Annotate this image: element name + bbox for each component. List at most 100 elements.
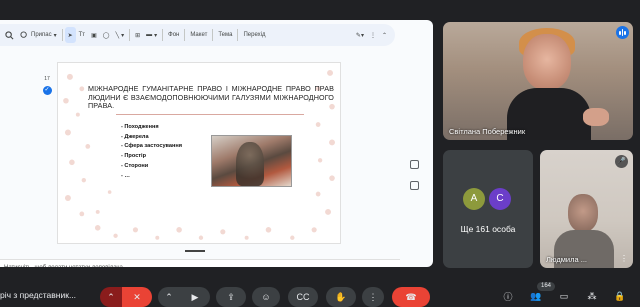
chat-icon: ▭	[559, 290, 569, 301]
mic-off-icon: ✕	[133, 291, 141, 302]
slide-filmstrip-rail: 17 ✓	[40, 76, 54, 95]
more-vert-icon[interactable]: ⋮	[619, 254, 629, 264]
slide-number: 17	[44, 76, 50, 82]
notes-icon[interactable]	[410, 160, 419, 169]
cursor-icon: ➤	[67, 32, 73, 39]
layout-button[interactable]: Макет	[187, 27, 210, 43]
transition-label: Перехід	[243, 32, 266, 38]
more-vert-icon: ⋮	[368, 291, 378, 302]
bullet-item: - Сторони	[121, 162, 149, 169]
comment-plus-icon: ⊞	[135, 32, 141, 39]
activities-icon: ⁂	[587, 290, 597, 301]
mic-options-button[interactable]: ⌃	[100, 287, 122, 307]
toolbar-divider	[184, 29, 186, 41]
present-icon[interactable]	[410, 181, 419, 190]
captions-button[interactable]: CC	[288, 287, 318, 307]
chevron-down-icon: ▾	[53, 32, 57, 39]
leave-call-button[interactable]: ☎	[392, 287, 430, 307]
background-color-button[interactable]: ▬ ▾	[143, 27, 160, 43]
check-icon[interactable]: ✓	[42, 86, 52, 95]
background-button[interactable]: Фон	[165, 27, 182, 43]
side-panel-rail	[410, 160, 419, 190]
slide-photo	[211, 135, 292, 187]
people-icon: 👥	[530, 290, 542, 301]
participant-name: Світлана Побережник	[449, 127, 526, 136]
fill-icon: ▬	[146, 32, 153, 38]
present-screen-button[interactable]: ⇪	[216, 287, 246, 307]
emoji-icon: ☺	[261, 292, 271, 302]
camera-icon: ▶	[191, 291, 199, 302]
hang-up-icon: ☎	[405, 291, 417, 302]
meeting-info-button[interactable]: ⓘ	[500, 288, 516, 304]
bullet-item: - Простір	[121, 153, 147, 160]
lock-button[interactable]: 🔒	[612, 288, 628, 304]
slides-toolbar: Припас ▾ ➤ Тт ▣ ◯ ╲ ▾ ⊞ ▬ ▾ Фон Макет Тема…	[0, 24, 395, 46]
meeting-title: річ з представник...	[0, 290, 77, 300]
chat-button[interactable]: ▭	[556, 288, 572, 304]
activities-button[interactable]: ⁂	[584, 288, 600, 304]
layout-label: Макет	[190, 32, 208, 38]
textbox-tool-button[interactable]: Тт	[76, 27, 88, 43]
more-options-button[interactable]: ⋮	[362, 287, 384, 307]
participant-tile-group[interactable]: A C Ще 161 особа	[443, 150, 533, 268]
add-comment-button[interactable]: ⊞	[132, 27, 143, 43]
participant-name: Людмила ...	[546, 255, 587, 264]
insert-label: Припас	[31, 32, 52, 38]
mic-off-icon: 🎤	[615, 155, 628, 168]
avatar: C	[489, 188, 511, 210]
image-tool-button[interactable]: ▣	[88, 27, 100, 43]
participant-tile-main[interactable]: Світлана Побережник	[443, 22, 633, 140]
speaking-indicator-icon	[616, 26, 629, 39]
toolbar-divider	[61, 29, 63, 41]
search-icon	[5, 30, 14, 39]
info-icon: ⓘ	[503, 291, 513, 302]
participant-hand	[583, 108, 609, 126]
camera-options-button[interactable]: ⌃	[158, 287, 180, 307]
toolbar-divider	[212, 29, 214, 41]
avatar: A	[463, 188, 485, 210]
raise-hand-button[interactable]: ✋	[326, 287, 356, 307]
participant-tile-cam[interactable]: 🎤 Людмила ... ⋮	[540, 150, 633, 268]
camera-toggle-button[interactable]: ▶	[180, 287, 210, 307]
select-tool-button[interactable]: ➤	[64, 27, 76, 43]
pen-icon[interactable]: ✎▾	[356, 32, 364, 39]
chevron-down-icon: ▾	[154, 32, 158, 39]
textbox-icon: Тт	[78, 32, 86, 38]
meet-window: Припас ▾ ➤ Тт ▣ ◯ ╲ ▾ ⊞ ▬ ▾ Фон Макет Тема…	[0, 0, 640, 307]
line-tool-button[interactable]: ╲ ▾	[112, 27, 127, 43]
search-menus-button[interactable]	[2, 27, 17, 43]
theme-label: Тема	[218, 32, 233, 38]
background-label: Фон	[168, 32, 180, 38]
slide-title: МІЖНАРОДНЕ ГУМАНІТАРНЕ ПРАВО І МІЖНАРОДН…	[88, 84, 334, 111]
theme-button[interactable]: Тема	[215, 27, 235, 43]
speaker-notes-field[interactable]: Натисніть, щоб додати нотатки доповідача	[0, 259, 400, 267]
shape-icon: ◯	[102, 32, 110, 39]
transition-button[interactable]: Перехід	[240, 27, 268, 43]
mic-toggle-button[interactable]: ✕	[122, 287, 152, 307]
slide-canvas[interactable]: МІЖНАРОДНЕ ГУМАНІТАРНЕ ПРАВО І МІЖНАРОДН…	[57, 62, 341, 244]
hand-icon: ✋	[335, 291, 347, 302]
bullet-item: - Джерела	[121, 133, 149, 140]
emoji-button[interactable]: ☺	[252, 287, 280, 307]
presentation-panel: Припас ▾ ➤ Тт ▣ ◯ ╲ ▾ ⊞ ▬ ▾ Фон Макет Тема…	[0, 20, 433, 267]
shape-tool-button[interactable]: ◯	[100, 27, 113, 43]
more-vert-icon[interactable]: ⋮	[370, 32, 376, 39]
chevron-up-icon[interactable]: ⌃	[382, 32, 387, 39]
insert-menu-button[interactable]: Припас ▾	[17, 27, 60, 43]
bullet-item: - …	[121, 172, 131, 179]
toolbar-divider	[237, 29, 239, 41]
chevron-up-icon: ⌃	[107, 291, 115, 302]
participant-face	[523, 34, 571, 90]
toolbar-divider	[129, 29, 131, 41]
zoom-icon	[20, 30, 27, 38]
present-icon: ⇪	[227, 291, 235, 302]
lock-icon: 🔒	[614, 290, 626, 301]
captions-icon: CC	[296, 292, 310, 302]
toolbar-divider	[162, 29, 164, 41]
bullet-item: - Походження	[121, 124, 159, 130]
toolbar-right: ✎▾ ⋮ ⌃	[356, 32, 395, 39]
resize-handle[interactable]	[185, 250, 205, 252]
participant-count-badge: 164	[537, 282, 555, 291]
chevron-up-icon: ⌃	[165, 291, 173, 302]
chevron-down-icon: ▾	[121, 32, 125, 39]
